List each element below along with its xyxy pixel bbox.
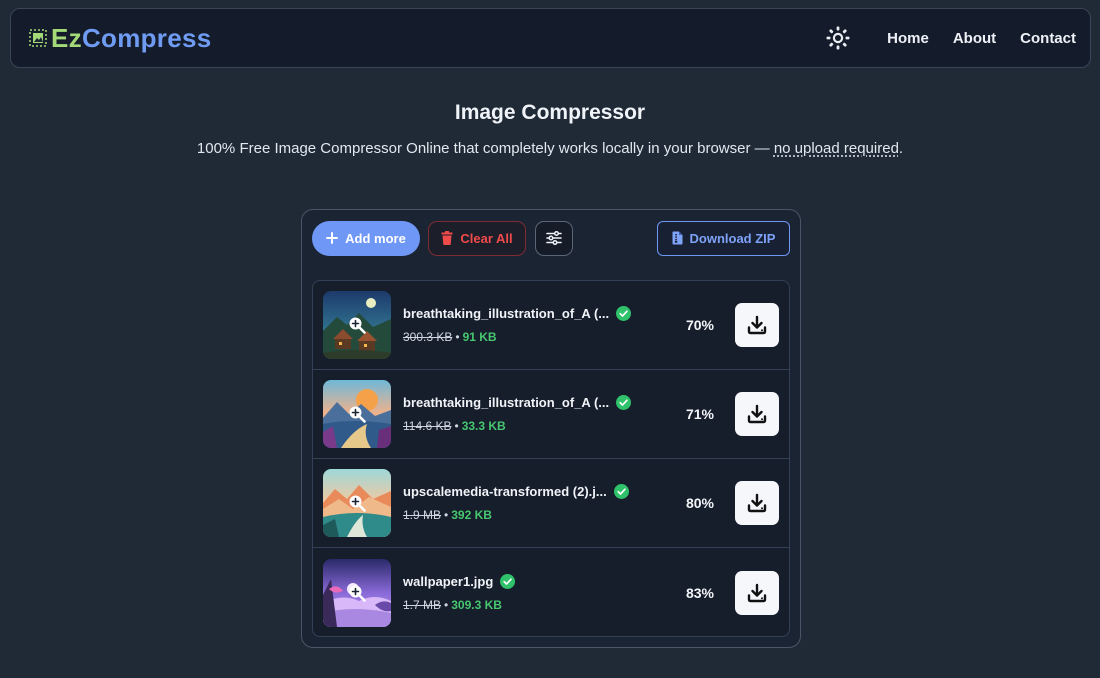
zoom-in-icon xyxy=(349,406,366,423)
file-thumbnail[interactable] xyxy=(323,469,391,537)
file-row: upscalemedia-transformed (2).j... 1.9 MB… xyxy=(313,459,789,548)
settings-button[interactable] xyxy=(535,220,573,256)
zoom-in-icon xyxy=(349,585,366,602)
file-thumbnail[interactable] xyxy=(323,291,391,359)
file-info: breathtaking_illustration_of_A (... 114.… xyxy=(403,395,643,433)
plus-icon xyxy=(326,232,339,244)
size-separator: • xyxy=(444,597,449,612)
compressed-size: 33.3 KB xyxy=(461,419,506,433)
nav-link-contact[interactable]: Contact xyxy=(1020,30,1076,47)
compressed-size: 91 KB xyxy=(462,330,497,344)
size-line: 114.6 KB • 33.3 KB xyxy=(403,419,643,433)
file-info: wallpaper1.jpg 1.7 MB • 309.3 KB xyxy=(403,573,643,612)
brand-logo[interactable]: EzCompress xyxy=(29,23,212,54)
download-zip-label: Download ZIP xyxy=(689,230,776,246)
original-size: 114.6 KB xyxy=(403,419,452,433)
file-row: wallpaper1.jpg 1.7 MB • 309.3 KB 83% xyxy=(313,548,789,636)
zoom-in-icon xyxy=(349,317,366,334)
file-thumbnail[interactable] xyxy=(323,558,391,627)
brand-prefix: Ez xyxy=(51,22,82,53)
download-zip-button[interactable]: Download ZIP xyxy=(657,220,790,256)
file-name: wallpaper1.jpg xyxy=(403,573,494,589)
subtitle-end: . xyxy=(898,140,904,157)
check-circle-icon xyxy=(616,395,632,410)
size-separator: • xyxy=(455,330,460,344)
original-size: 1.9 MB xyxy=(403,508,442,522)
nav-link-about[interactable]: About xyxy=(953,30,996,47)
download-icon xyxy=(747,493,767,513)
file-row: breathtaking_illustration_of_A (... 300.… xyxy=(313,281,789,370)
compression-percent: 70% xyxy=(685,317,714,333)
file-zip-icon xyxy=(672,231,683,245)
size-line: 300.3 KB • 91 KB xyxy=(403,330,643,344)
add-more-button[interactable]: Add more xyxy=(312,220,420,256)
file-info: upscalemedia-transformed (2).j... 1.9 MB… xyxy=(403,484,643,522)
subtitle-text: 100% Free Image Compressor Online that c… xyxy=(196,140,774,157)
zoom-in-icon xyxy=(349,495,366,512)
page-title: Image Compressor xyxy=(454,101,646,124)
size-separator: • xyxy=(444,508,449,522)
image-logo-icon xyxy=(29,29,47,47)
sun-icon xyxy=(826,26,850,50)
size-separator: • xyxy=(454,419,459,433)
original-size: 1.7 MB xyxy=(403,597,442,612)
download-file-button[interactable] xyxy=(735,570,779,615)
theme-toggle-button[interactable] xyxy=(825,25,851,51)
add-more-label: Add more xyxy=(345,230,406,246)
file-name-line: breathtaking_illustration_of_A (... xyxy=(403,395,643,410)
clear-all-label: Clear All xyxy=(460,230,513,246)
download-file-button[interactable] xyxy=(735,303,779,347)
subtitle-emphasis: no upload required xyxy=(773,140,899,157)
download-icon xyxy=(747,315,767,335)
file-list: breathtaking_illustration_of_A (... 300.… xyxy=(312,280,790,637)
compressor-panel: Add more Clear All Download ZIP breathta… xyxy=(301,209,801,648)
nav-link-home[interactable]: Home xyxy=(887,30,929,47)
navbar: EzCompress Home About Contact xyxy=(10,8,1091,68)
file-name-line: breathtaking_illustration_of_A (... xyxy=(403,306,643,321)
download-file-button[interactable] xyxy=(735,392,779,436)
check-circle-icon xyxy=(613,484,629,499)
compressed-size: 309.3 KB xyxy=(451,597,502,612)
file-name: breathtaking_illustration_of_A (... xyxy=(403,395,610,410)
sliders-icon xyxy=(546,231,562,245)
size-line: 1.7 MB • 309.3 KB xyxy=(403,598,643,612)
toolbar: Add more Clear All Download ZIP xyxy=(312,220,790,256)
clear-all-button[interactable]: Clear All xyxy=(428,220,526,256)
file-name: upscalemedia-transformed (2).j... xyxy=(403,484,607,499)
compression-percent: 83% xyxy=(685,584,714,601)
brand-suffix: Compress xyxy=(81,22,212,53)
size-line: 1.9 MB • 392 KB xyxy=(403,508,643,522)
download-icon xyxy=(747,583,767,602)
check-circle-icon xyxy=(500,573,516,589)
download-icon xyxy=(747,404,767,424)
compressed-size: 392 KB xyxy=(451,508,492,522)
nav-right: Home About Contact xyxy=(825,25,1076,51)
file-name-line: wallpaper1.jpg xyxy=(403,573,643,589)
file-thumbnail[interactable] xyxy=(323,380,391,448)
brand-name: EzCompress xyxy=(51,23,212,54)
file-row: breathtaking_illustration_of_A (... 114.… xyxy=(313,370,789,459)
file-name-line: upscalemedia-transformed (2).j... xyxy=(403,484,643,499)
compression-percent: 71% xyxy=(685,406,714,422)
original-size: 300.3 KB xyxy=(403,330,453,344)
page-subtitle: 100% Free Image Compressor Online that c… xyxy=(0,140,1100,157)
compression-percent: 80% xyxy=(685,495,714,511)
file-name: breathtaking_illustration_of_A (... xyxy=(403,306,610,321)
file-info: breathtaking_illustration_of_A (... 300.… xyxy=(403,306,643,344)
trash-icon xyxy=(441,231,453,245)
check-circle-icon xyxy=(616,306,632,321)
download-file-button[interactable] xyxy=(735,481,779,525)
